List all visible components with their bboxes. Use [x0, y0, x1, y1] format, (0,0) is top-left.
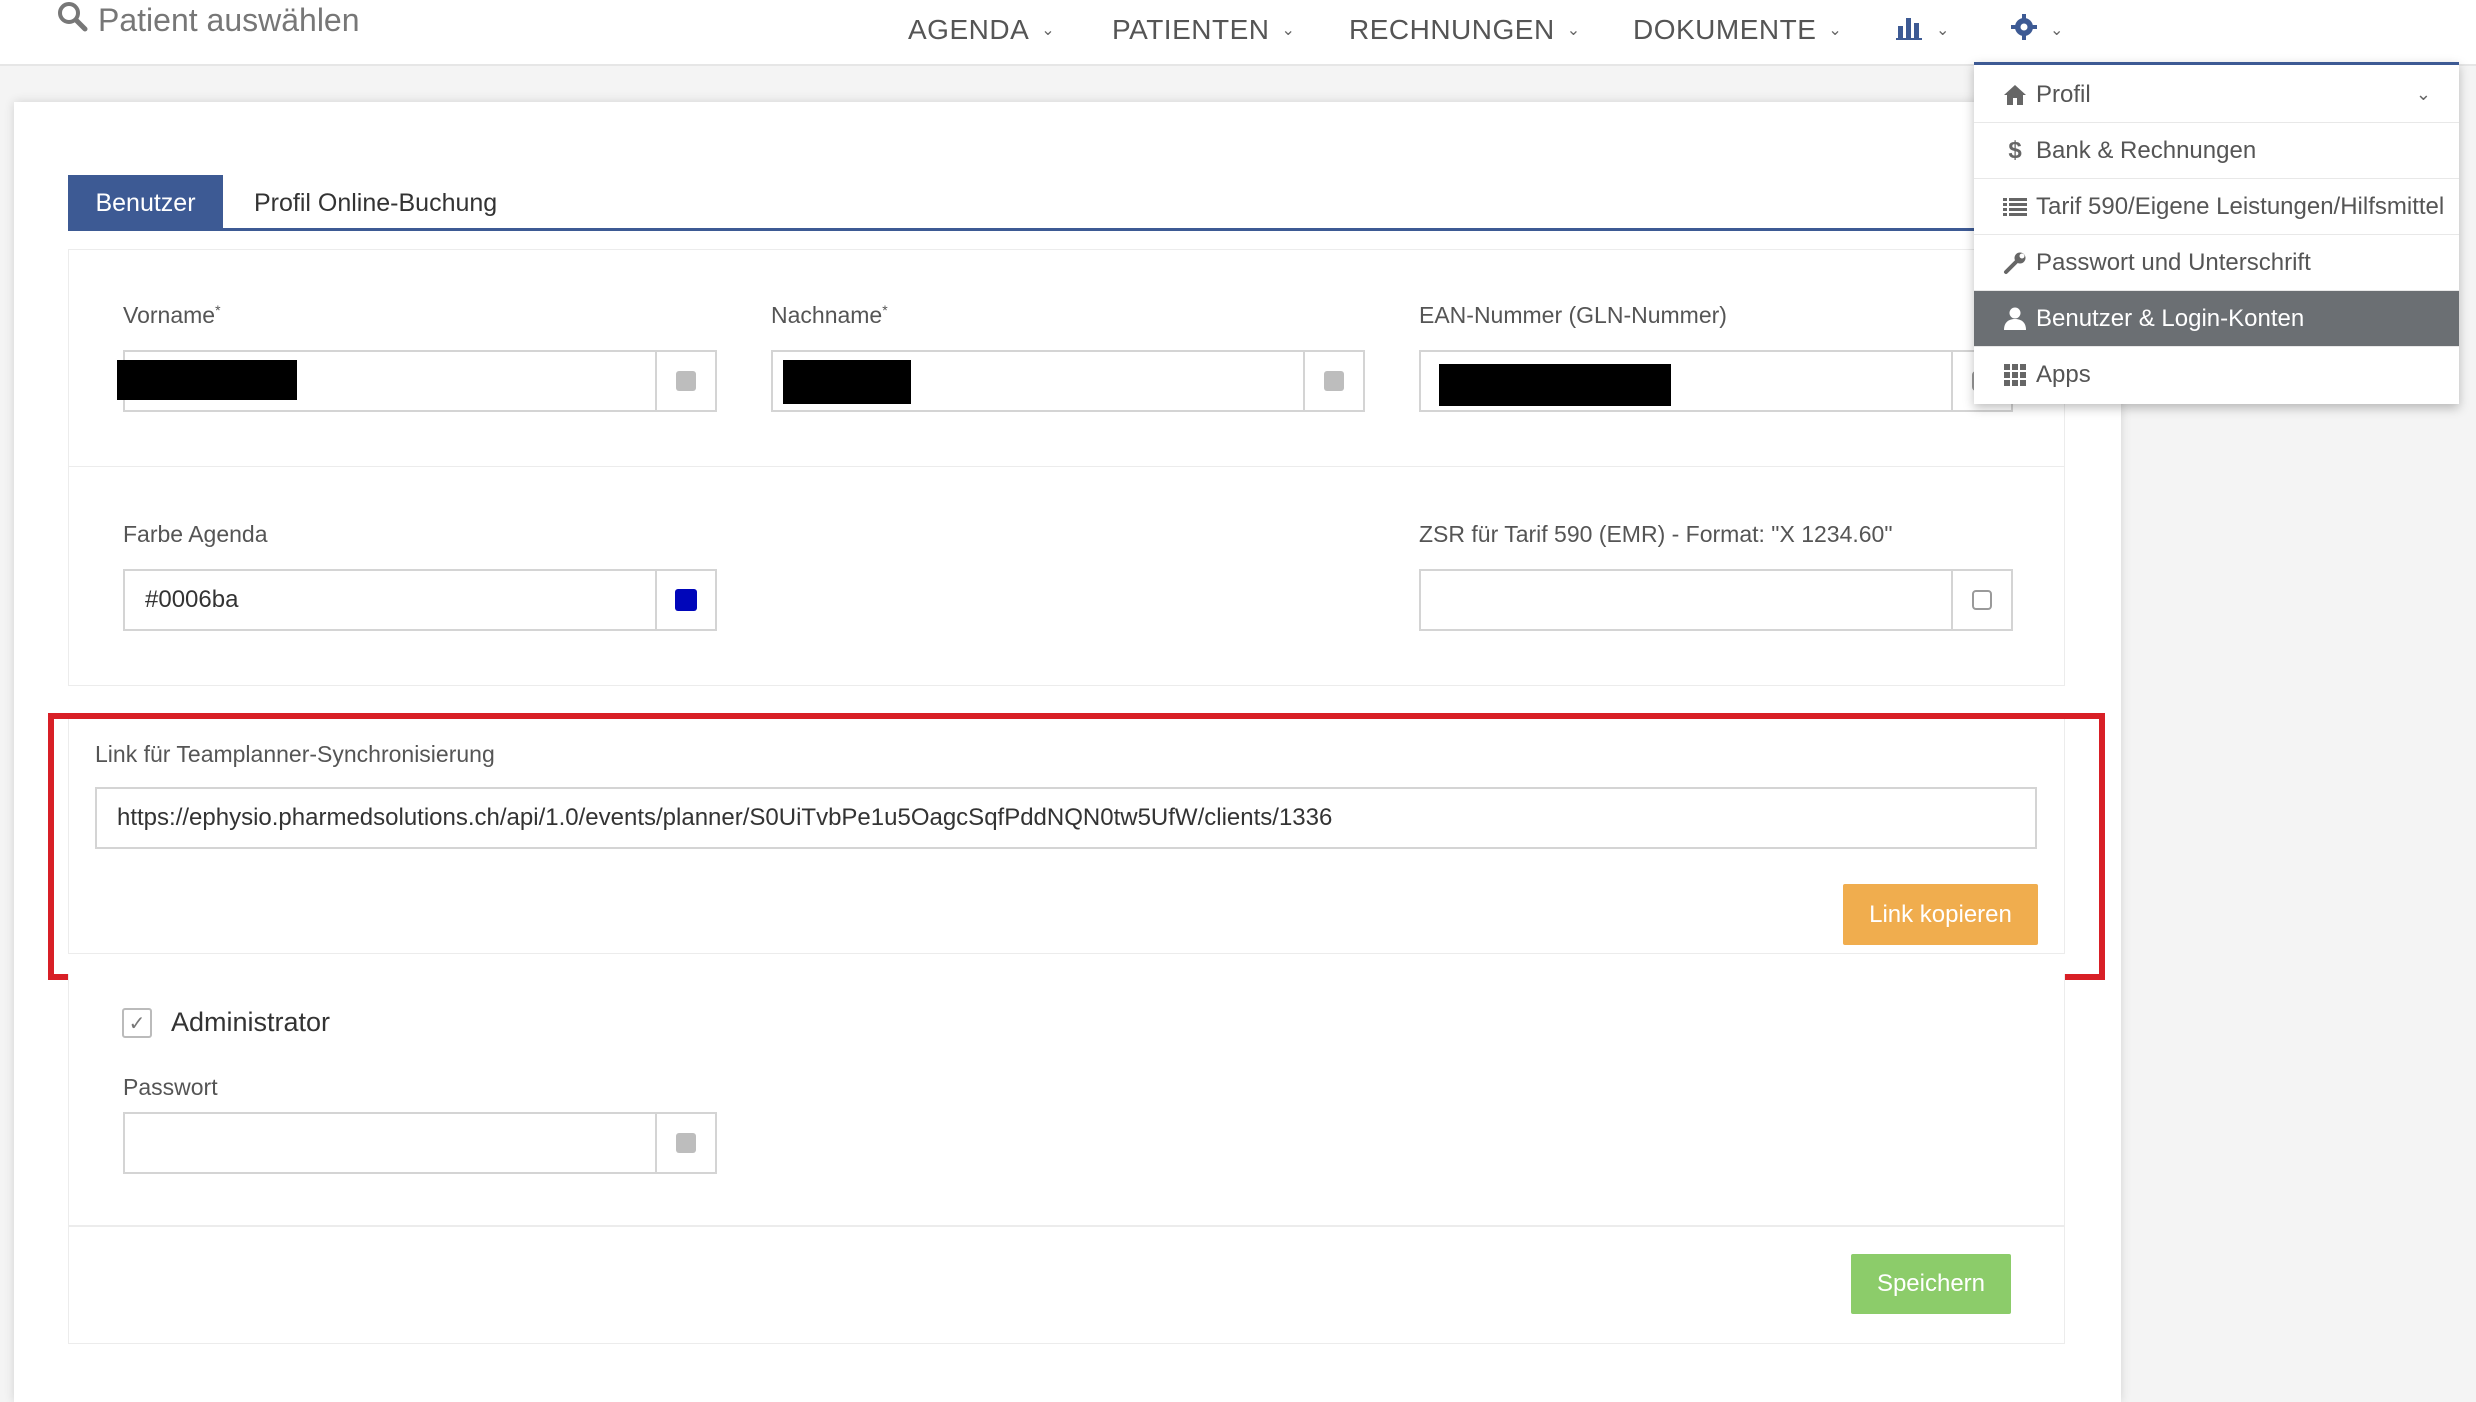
agenda-section: Farbe Agenda #0006ba ZSR für Tarif 590 (… [68, 466, 2065, 686]
check-icon: ✓ [128, 1012, 146, 1035]
menu-item-benutzer[interactable]: Benutzer & Login-Konten [1974, 291, 2459, 347]
menu-item-profil[interactable]: Profil ⌄ [1974, 67, 2459, 123]
bar-chart-icon [1896, 14, 1924, 47]
administrator-checkbox[interactable]: ✓ [122, 1008, 152, 1038]
chevron-down-icon: ⌄ [1936, 22, 1950, 39]
gear-icon [2010, 13, 2038, 48]
farbe-value: #0006ba [145, 586, 239, 613]
vorname-field[interactable] [117, 350, 717, 412]
tab-profil-online-buchung[interactable]: Profil Online-Buchung [254, 175, 497, 231]
save-button[interactable]: Speichern [1851, 1254, 2011, 1314]
nav-rechnungen[interactable]: RECHNUNGEN ⌄ [1349, 12, 1581, 48]
list-icon [2002, 197, 2028, 217]
dollar-icon: $ [2008, 136, 2022, 164]
user-icon [2002, 307, 2028, 331]
chevron-down-icon: ⌄ [2050, 22, 2064, 39]
patient-search[interactable]: Patient auswählen [56, 0, 360, 40]
chevron-down-icon: ⌄ [1566, 22, 1581, 39]
menu-item-tarif[interactable]: Tarif 590/Eigene Leistungen/Hilfsmittel [1974, 179, 2459, 235]
save-section [68, 1226, 2065, 1344]
administrator-label: Administrator [171, 1007, 331, 1037]
nav-statistics[interactable]: ⌄ [1896, 12, 1950, 48]
farbe-label: Farbe Agenda [123, 521, 268, 547]
search-icon [56, 0, 98, 40]
menu-item-bank[interactable]: $ Bank & Rechnungen [1974, 123, 2459, 179]
nav-dokumente[interactable]: DOKUMENTE ⌄ [1633, 12, 1842, 48]
search-label: Patient auswählen [98, 1, 360, 38]
name-section: Vorname* Nachname* EAN-Nummer (GLN-Numme… [68, 249, 2065, 467]
color-swatch [675, 589, 697, 611]
nachname-label: Nachname* [771, 302, 888, 328]
vorname-addon [655, 352, 715, 410]
redacted-value [1439, 364, 1671, 406]
settings-dropdown-menu: Profil ⌄ $ Bank & Rechnungen Tarif 590/E… [1974, 62, 2459, 404]
zsr-field[interactable] [1419, 569, 2013, 631]
nav-agenda[interactable]: AGENDA ⌄ [908, 12, 1055, 48]
password-field[interactable] [123, 1112, 717, 1174]
ean-label: EAN-Nummer (GLN-Nummer) [1419, 302, 1727, 328]
vorname-label: Vorname* [123, 302, 221, 328]
chevron-down-icon: ⌄ [1041, 22, 1056, 39]
ean-field[interactable] [1419, 350, 2013, 412]
zsr-addon [1951, 571, 2011, 629]
tab-benutzer[interactable]: Benutzer [68, 175, 223, 231]
admin-section: Passwort [68, 974, 2065, 1226]
nav-patienten[interactable]: PATIENTEN ⌄ [1112, 12, 1295, 48]
nachname-field[interactable] [771, 350, 1365, 412]
password-addon [655, 1114, 715, 1172]
nachname-addon [1303, 352, 1363, 410]
zsr-label: ZSR für Tarif 590 (EMR) - Format: "X 123… [1419, 521, 1893, 547]
chevron-down-icon: ⌄ [2415, 84, 2431, 104]
top-navigation: Patient auswählen AGENDA ⌄ PATIENTEN ⌄ REC… [0, 0, 2476, 66]
color-swatch-addon[interactable] [655, 571, 715, 629]
farbe-field[interactable]: #0006ba [123, 569, 717, 631]
chevron-down-icon: ⌄ [1281, 22, 1296, 39]
menu-item-apps[interactable]: Apps [1974, 347, 2459, 403]
nav-settings[interactable]: ⌄ [2010, 12, 2064, 48]
highlight-box [48, 713, 2105, 980]
password-label: Passwort [123, 1074, 218, 1100]
menu-item-passwort[interactable]: Passwort und Unterschrift [1974, 235, 2459, 291]
wrench-icon [2002, 251, 2028, 275]
redacted-value [783, 360, 911, 404]
redacted-value [117, 360, 297, 400]
home-icon [2002, 84, 2028, 106]
tab-bar: Benutzer Profil Online-Buchung [68, 175, 2018, 231]
chevron-down-icon: ⌄ [1828, 22, 1843, 39]
grid-icon [2002, 364, 2028, 386]
